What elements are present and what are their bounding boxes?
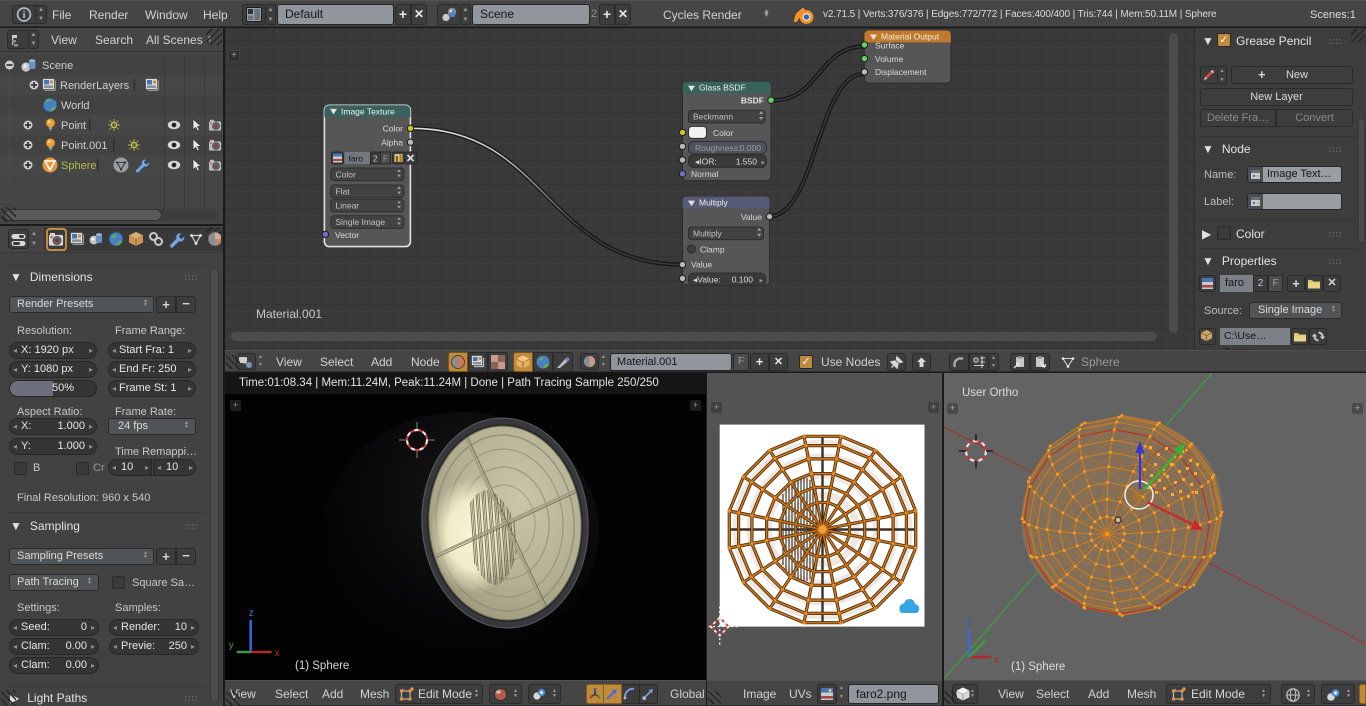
svg-text:Single Image: Single Image	[336, 217, 386, 227]
svg-text:Roughness:: Roughness:	[695, 143, 740, 153]
svg-text:World: World	[61, 100, 90, 112]
svg-text:Surface: Surface	[875, 40, 905, 50]
svg-text:Glass BSDF: Glass BSDF	[699, 83, 746, 93]
svg-text:Color: Color	[383, 124, 403, 134]
svg-text:Clamp: Clamp	[700, 244, 725, 254]
svg-text:Volume: Volume	[875, 54, 904, 64]
svg-text:Material.001: Material.001	[256, 307, 322, 321]
svg-text:i: i	[23, 10, 26, 21]
svg-text:F: F	[383, 154, 388, 163]
svg-text:Normal: Normal	[691, 169, 719, 179]
svg-text:y: y	[229, 640, 234, 651]
svg-text:y: y	[986, 629, 991, 640]
svg-text:▸: ▸	[761, 159, 765, 166]
svg-text:2: 2	[373, 154, 378, 163]
svg-text:faro: faro	[349, 153, 364, 163]
svg-text:z: z	[249, 608, 254, 619]
svg-text:Point.001: Point.001	[61, 140, 107, 152]
svg-text:◂IOR:: ◂IOR:	[695, 156, 717, 166]
svg-text:1.550: 1.550	[736, 156, 758, 166]
svg-text:Linear: Linear	[336, 201, 360, 211]
svg-text:Vector: Vector	[335, 230, 359, 240]
svg-text:(1) Sphere: (1) Sphere	[1011, 661, 1065, 673]
svg-text:Scene: Scene	[42, 60, 73, 72]
svg-text:Point: Point	[61, 120, 86, 132]
svg-text:▸: ▸	[759, 277, 763, 284]
svg-text:Flat: Flat	[336, 186, 351, 196]
svg-text:◂Value:: ◂Value:	[693, 274, 721, 284]
svg-text:Displacement: Displacement	[875, 67, 927, 77]
svg-text:Multiply: Multiply	[699, 198, 729, 208]
svg-text:BSDF: BSDF	[741, 96, 764, 106]
svg-text:Sphere: Sphere	[61, 160, 96, 172]
svg-text:z: z	[966, 617, 971, 628]
svg-text:Value: Value	[741, 212, 762, 222]
svg-text:Image Texture: Image Texture	[341, 106, 395, 116]
svg-text:Beckmann: Beckmann	[693, 112, 733, 122]
svg-text:Value: Value	[691, 260, 712, 270]
svg-text:Alpha: Alpha	[381, 138, 403, 148]
svg-text:0.000: 0.000	[740, 143, 762, 153]
svg-text:User Ortho: User Ortho	[962, 387, 1018, 399]
svg-text:0.100: 0.100	[732, 274, 754, 284]
svg-text:RenderLayers: RenderLayers	[60, 80, 130, 92]
svg-text:x: x	[275, 648, 280, 659]
svg-text:x: x	[994, 655, 999, 666]
svg-text:Multiply: Multiply	[693, 229, 723, 239]
svg-text:Color: Color	[336, 169, 356, 179]
svg-text:Color: Color	[713, 128, 733, 138]
